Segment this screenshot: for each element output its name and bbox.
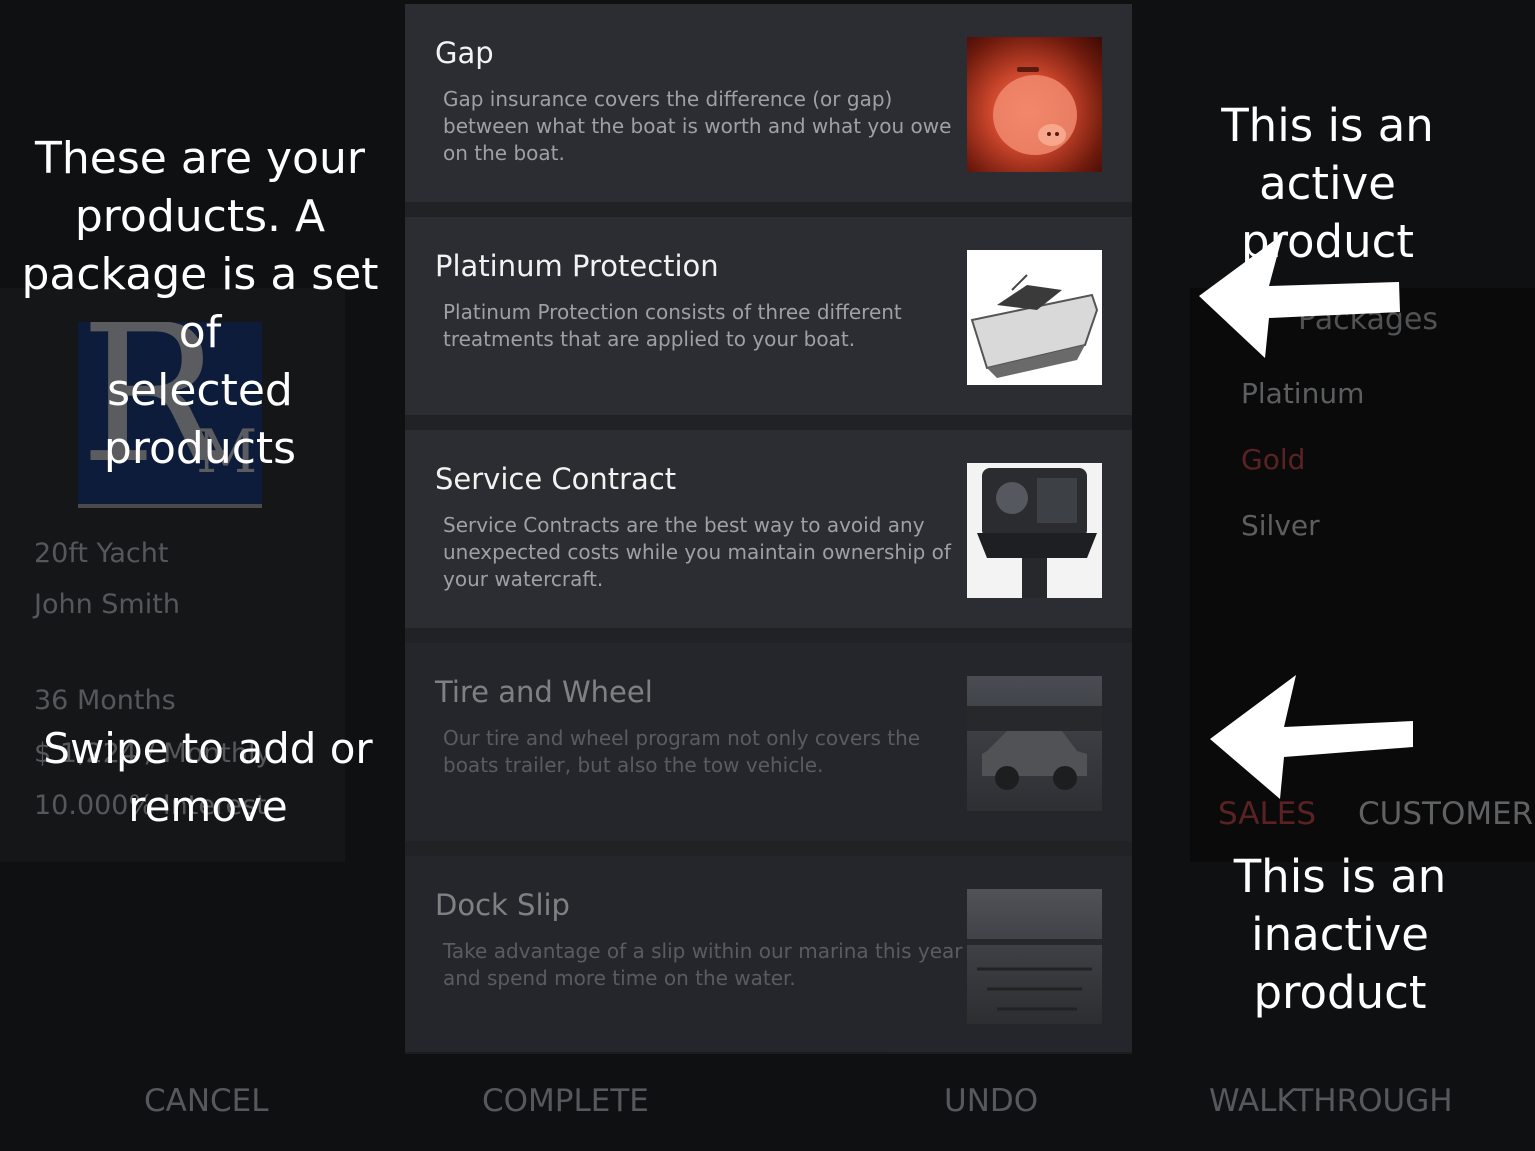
product-description: Take advantage of a slip within our mari… [443, 939, 963, 990]
customer-name: John Smith [34, 589, 180, 620]
product-card-tire-and-wheel[interactable]: Tire and Wheel Our tire and wheel progra… [405, 643, 1132, 841]
product-card-service-contract[interactable]: Service Contract Service Contracts are t… [405, 430, 1132, 628]
product-title: Service Contract [435, 462, 677, 496]
product-card-gap[interactable]: Gap Gap insurance covers the difference … [405, 4, 1132, 202]
walkthrough-swipe-note: Swipe to add or remove [43, 724, 373, 831]
walkthrough-products-note: These are your products. A package is a … [21, 133, 379, 474]
arrow-left-icon [1199, 234, 1400, 358]
product-card-platinum-protection[interactable]: Platinum Protection Platinum Protection … [405, 217, 1132, 415]
term-label: 36 Months [34, 685, 176, 716]
product-card-dock-slip[interactable]: Dock Slip Take advantage of a slip withi… [405, 856, 1132, 1054]
product-title: Dock Slip [435, 888, 570, 922]
walkthrough-inactive-note: This is an inactive product [1233, 850, 1447, 1019]
product-title: Platinum Protection [435, 249, 719, 283]
product-title: Tire and Wheel [435, 675, 653, 709]
speedboat-image [967, 250, 1102, 385]
package-silver[interactable]: Silver [1241, 509, 1320, 542]
cancel-button[interactable]: CANCEL [144, 1083, 269, 1119]
arrow-left-icon [1210, 675, 1413, 799]
product-description: Platinum Protection consists of three di… [443, 300, 902, 351]
walkthrough-button[interactable]: WALKTHROUGH [1209, 1083, 1453, 1119]
product-description: Gap insurance covers the difference (or … [443, 87, 952, 165]
product-description: Service Contracts are the best way to av… [443, 513, 951, 591]
package-gold[interactable]: Gold [1241, 443, 1305, 476]
product-title: Gap [435, 36, 494, 70]
vehicle-label: 20ft Yacht [34, 538, 169, 569]
product-description: Our tire and wheel program not only cove… [443, 726, 921, 777]
marina-dock-image [967, 889, 1102, 1024]
product-list: Gap Gap insurance covers the difference … [405, 4, 1132, 1054]
suv-image [967, 676, 1102, 811]
package-platinum[interactable]: Platinum [1241, 377, 1364, 410]
piggy-bank-image [967, 37, 1102, 172]
outboard-engine-image [967, 463, 1102, 598]
undo-button[interactable]: UNDO [944, 1083, 1038, 1119]
complete-button[interactable]: COMPLETE [482, 1083, 649, 1119]
